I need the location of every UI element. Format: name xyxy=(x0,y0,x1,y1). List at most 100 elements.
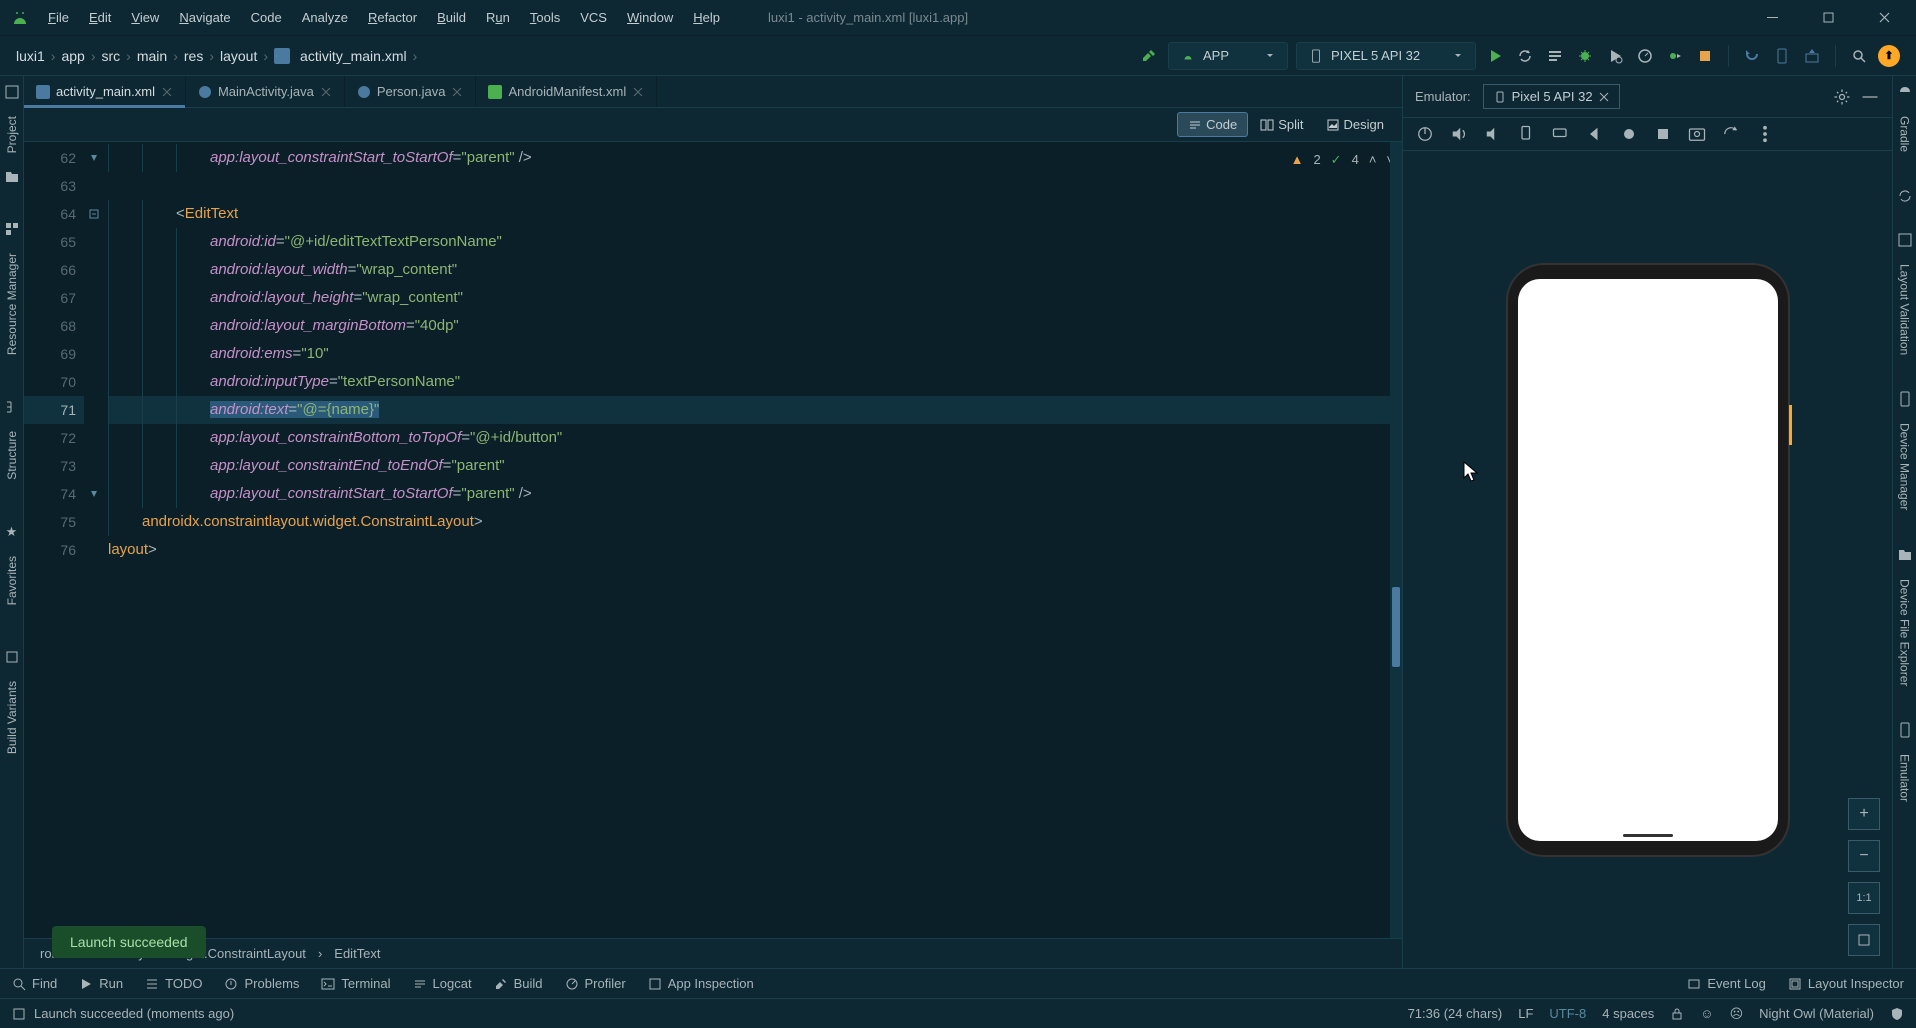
lock-icon[interactable] xyxy=(1670,1007,1684,1021)
tab-main-activity[interactable]: MainActivity.java xyxy=(186,76,345,107)
close-icon[interactable] xyxy=(1599,92,1609,102)
menu-code[interactable]: Code xyxy=(243,6,290,29)
menu-navigate[interactable]: Navigate xyxy=(171,6,238,29)
volume-down-icon[interactable] xyxy=(1483,124,1503,144)
menu-run[interactable]: Run xyxy=(478,6,518,29)
maximize-button[interactable] xyxy=(1808,3,1848,33)
attach-debugger-icon[interactable] xyxy=(1664,45,1686,67)
frown-icon[interactable]: ☹ xyxy=(1730,1006,1744,1022)
gear-icon[interactable] xyxy=(1832,87,1852,107)
menu-help[interactable]: Help xyxy=(685,6,728,29)
debug-button[interactable] xyxy=(1574,45,1596,67)
prev-highlight-icon[interactable]: ˄ xyxy=(1369,146,1377,174)
rotate-left-icon[interactable] xyxy=(1517,124,1537,144)
volume-up-icon[interactable] xyxy=(1449,124,1469,144)
menu-build[interactable]: Build xyxy=(429,6,474,29)
device-manager-icon[interactable] xyxy=(1897,391,1913,407)
rail-gradle[interactable]: Gradle xyxy=(1896,108,1914,160)
sdk-manager-icon[interactable] xyxy=(1801,45,1823,67)
view-mode-split[interactable]: Split xyxy=(1250,112,1313,137)
status-theme[interactable]: Night Owl (Material) xyxy=(1759,1006,1874,1021)
breadcrumb[interactable]: luxi1› app› src› main› res› layout› acti… xyxy=(16,48,415,64)
more-icon[interactable] xyxy=(1755,124,1775,144)
zoom-fit-button[interactable] xyxy=(1848,924,1880,956)
tab-manifest[interactable]: AndroidManifest.xml xyxy=(476,76,657,107)
shield-icon[interactable] xyxy=(1890,1007,1904,1021)
rail-structure[interactable]: Structure xyxy=(3,423,21,488)
tool-build[interactable]: Build xyxy=(494,976,543,991)
zoom-actual-button[interactable]: 1:1 xyxy=(1848,882,1880,914)
apply-code-icon[interactable] xyxy=(1544,45,1566,67)
menu-window[interactable]: Window xyxy=(619,6,681,29)
close-button[interactable] xyxy=(1864,3,1904,33)
sync-icon[interactable] xyxy=(1897,188,1913,204)
code-breadcrumb[interactable]: roidx.constraintlayout.widget.Constraint… xyxy=(24,938,1402,968)
tool-app-inspection[interactable]: App Inspection xyxy=(648,976,754,991)
coverage-icon[interactable] xyxy=(1604,45,1626,67)
rail-resource-manager[interactable]: Resource Manager xyxy=(3,245,21,363)
power-icon[interactable] xyxy=(1415,124,1435,144)
menu-view[interactable]: View xyxy=(123,6,167,29)
rail-project[interactable]: Project xyxy=(3,108,21,161)
close-icon[interactable] xyxy=(451,86,463,98)
tool-run[interactable]: Run xyxy=(79,976,123,991)
weak-warning-icon[interactable]: ✓ xyxy=(1331,146,1342,174)
rail-device-manager[interactable]: Device Manager xyxy=(1896,415,1914,518)
sync-gradle-icon[interactable] xyxy=(1741,45,1763,67)
emulator-display[interactable]: + − 1:1 xyxy=(1403,151,1892,968)
layout-validation-icon[interactable] xyxy=(1897,232,1913,248)
emulator-tab[interactable]: Pixel 5 API 32 xyxy=(1483,84,1620,109)
tool-layout-inspector[interactable]: Layout Inspector xyxy=(1788,976,1904,991)
tool-find[interactable]: Find xyxy=(12,976,57,991)
gradle-icon[interactable] xyxy=(1897,84,1913,100)
status-line-sep[interactable]: LF xyxy=(1518,1006,1533,1021)
avd-manager-icon[interactable] xyxy=(1771,45,1793,67)
apply-changes-icon[interactable] xyxy=(1514,45,1536,67)
emulator-icon[interactable] xyxy=(1897,722,1913,738)
rotate-right-icon[interactable] xyxy=(1551,124,1571,144)
menu-refactor[interactable]: Refactor xyxy=(360,6,425,29)
rail-layout-validation[interactable]: Layout Validation xyxy=(1896,256,1914,363)
tool-todo[interactable]: TODO xyxy=(145,976,202,991)
search-icon[interactable] xyxy=(1848,45,1870,67)
zoom-out-button[interactable]: − xyxy=(1848,840,1880,872)
breadcrumb-item[interactable]: src xyxy=(102,48,121,64)
back-icon[interactable] xyxy=(1585,124,1605,144)
breadcrumb-item[interactable]: app xyxy=(61,48,84,64)
minimize-button[interactable] xyxy=(1752,3,1792,33)
view-mode-design[interactable]: Design xyxy=(1316,112,1394,137)
tool-problems[interactable]: Problems xyxy=(224,976,299,991)
hammer-icon[interactable] xyxy=(1138,45,1160,67)
tool-profiler[interactable]: Profiler xyxy=(565,976,626,991)
structure-icon[interactable] xyxy=(4,399,20,415)
rail-device-file-explorer[interactable]: Device File Explorer xyxy=(1896,571,1914,694)
device-screen[interactable] xyxy=(1518,279,1778,841)
menu-vcs[interactable]: VCS xyxy=(572,6,615,29)
tab-activity-main[interactable]: activity_main.xml xyxy=(24,76,186,107)
menu-analyze[interactable]: Analyze xyxy=(294,6,356,29)
device-file-explorer-icon[interactable] xyxy=(1897,547,1913,563)
profile-icon[interactable] xyxy=(1634,45,1656,67)
user-avatar[interactable]: ⬆ xyxy=(1878,45,1900,67)
build-variants-icon[interactable] xyxy=(4,649,20,665)
tool-terminal[interactable]: Terminal xyxy=(321,976,390,991)
tool-event-log[interactable]: Event Log xyxy=(1687,976,1766,991)
menu-file[interactable]: FFileile xyxy=(40,6,77,29)
close-icon[interactable] xyxy=(632,86,644,98)
status-icon[interactable] xyxy=(12,1007,26,1021)
breadcrumb-item[interactable]: activity_main.xml xyxy=(300,48,407,64)
device-select[interactable]: PIXEL 5 API 32 xyxy=(1296,42,1476,70)
breadcrumb-item[interactable]: layout xyxy=(220,48,257,64)
stop-button[interactable] xyxy=(1694,45,1716,67)
view-mode-code[interactable]: Code xyxy=(1177,112,1248,137)
menu-edit[interactable]: Edit xyxy=(81,6,119,29)
project-tool-icon[interactable] xyxy=(4,84,20,100)
code-crumb-item[interactable]: EditText xyxy=(334,946,380,961)
smiley-icon[interactable]: ☺ xyxy=(1700,1006,1713,1021)
rail-favorites[interactable]: Favorites xyxy=(3,548,21,613)
zoom-in-button[interactable]: + xyxy=(1848,798,1880,830)
menu-tools[interactable]: Tools xyxy=(522,6,568,29)
inspection-indicators[interactable]: ▲ 2 ✓ 4 ˄ ˅ xyxy=(1291,146,1394,174)
home-icon[interactable] xyxy=(1619,124,1639,144)
tab-person[interactable]: Person.java xyxy=(345,76,477,107)
